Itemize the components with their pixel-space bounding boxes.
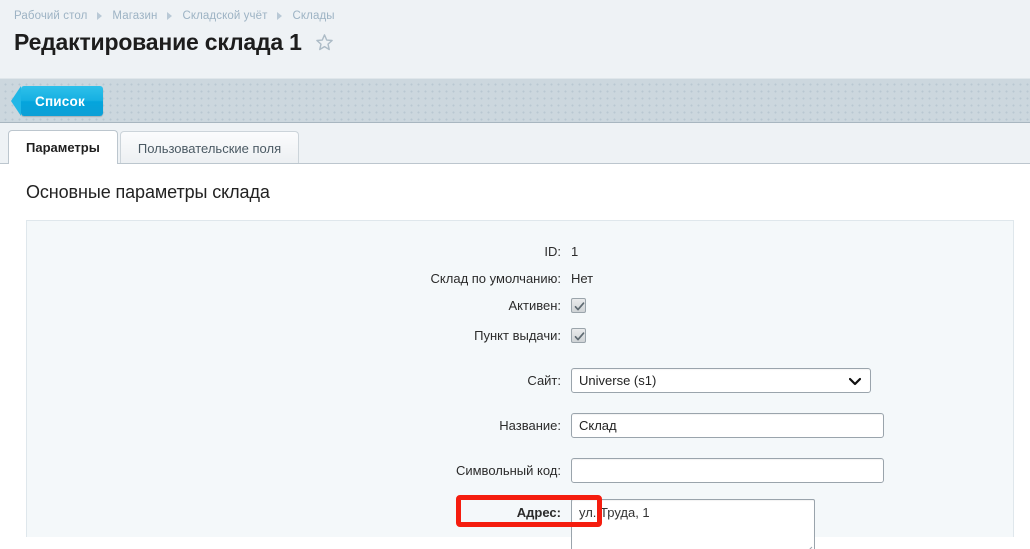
form-row-address: Адрес: ул. Труда, 1 xyxy=(27,499,1013,549)
breadcrumb-item-warehouse-accounting[interactable]: Складской учёт xyxy=(182,10,267,22)
tab-custom-fields[interactable]: Пользовательские поля xyxy=(119,131,300,164)
site-select-value: Universe (s1) xyxy=(579,373,657,388)
breadcrumb-item-desktop[interactable]: Рабочий стол xyxy=(14,10,87,22)
default-warehouse-label: Склад по умолчанию: xyxy=(430,271,561,286)
form-row-name: Название: Склад xyxy=(27,409,1013,442)
star-icon[interactable] xyxy=(315,33,334,55)
code-label: Символьный код: xyxy=(455,463,561,478)
site-label: Сайт: xyxy=(527,373,561,388)
address-label: Адрес: xyxy=(516,505,561,520)
tab-bar: Параметры Пользовательские поля xyxy=(0,123,1030,164)
default-warehouse-value: Нет xyxy=(571,271,594,286)
page-header: Рабочий стол Магазин Складской учёт Скла… xyxy=(0,0,1030,78)
address-textarea-value: ул. Труда, 1 xyxy=(579,505,650,520)
title-row: Редактирование склада 1 xyxy=(0,22,1030,55)
id-label: ID: xyxy=(544,244,561,259)
warehouse-parameters-form: ID: 1 Склад по умолчанию: Нет Активен: П… xyxy=(26,220,1014,549)
pickup-point-label: Пункт выдачи: xyxy=(474,327,561,343)
action-toolbar: Список xyxy=(0,78,1030,123)
form-row-site: Сайт: Universe (s1) xyxy=(27,364,1013,397)
tab-parameters-label: Параметры xyxy=(26,140,100,155)
pickup-point-value xyxy=(571,327,586,343)
active-label: Активен: xyxy=(508,298,561,313)
content-area: Основные параметры склада ID: 1 Склад по… xyxy=(0,163,1030,549)
breadcrumb-item-warehouses[interactable]: Склады xyxy=(292,10,334,22)
list-button-label: Список xyxy=(35,93,85,109)
resize-handle-icon[interactable] xyxy=(802,544,813,549)
form-row-id: ID: 1 xyxy=(27,238,1013,265)
code-input[interactable] xyxy=(571,458,884,483)
form-row-active: Активен: xyxy=(27,292,1013,319)
name-input[interactable]: Склад xyxy=(571,413,884,438)
id-value: 1 xyxy=(571,244,579,259)
chevron-right-icon xyxy=(167,11,173,20)
form-row-code: Символьный код: xyxy=(27,454,1013,487)
breadcrumb: Рабочий стол Магазин Складской учёт Скла… xyxy=(0,0,1030,22)
chevron-right-icon xyxy=(97,11,103,20)
active-checkbox[interactable] xyxy=(571,298,586,313)
page-title: Редактирование склада 1 xyxy=(14,29,302,55)
name-label: Название: xyxy=(499,418,561,433)
chevron-down-icon xyxy=(848,373,862,388)
pickup-point-checkbox[interactable] xyxy=(571,327,586,343)
address-textarea[interactable]: ул. Труда, 1 xyxy=(571,499,815,549)
tab-custom-fields-label: Пользовательские поля xyxy=(137,140,282,156)
form-row-pickup-point: Пункт выдачи: xyxy=(27,319,1013,351)
site-select[interactable]: Universe (s1) xyxy=(571,368,871,393)
list-button[interactable]: Список xyxy=(11,86,103,116)
tab-parameters[interactable]: Параметры xyxy=(8,130,118,164)
breadcrumb-item-shop[interactable]: Магазин xyxy=(112,10,157,22)
section-title: Основные параметры склада xyxy=(26,182,270,202)
active-value xyxy=(571,298,586,313)
chevron-right-icon xyxy=(277,11,283,20)
form-row-default-warehouse: Склад по умолчанию: Нет xyxy=(27,265,1013,292)
